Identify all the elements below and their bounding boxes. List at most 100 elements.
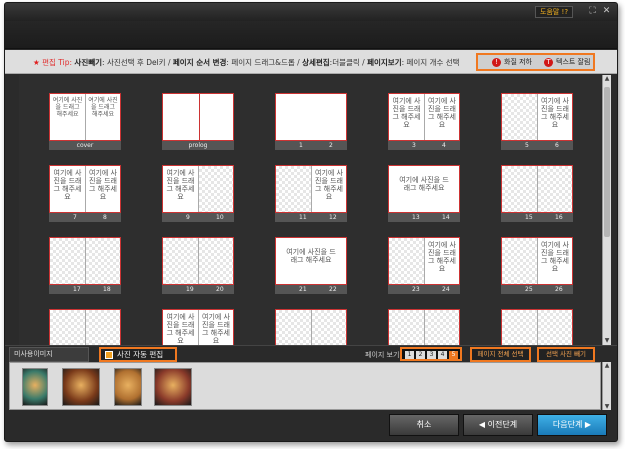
photo-thumbnail[interactable]: [154, 368, 192, 406]
page-thumbnail[interactable]: [388, 309, 460, 345]
page-spread[interactable]: 여기에 사진을 드래그 해주세요 5 6: [501, 93, 573, 153]
page-thumbnail[interactable]: [49, 309, 121, 345]
page-thumbnail[interactable]: 여기에 사진을 드래그 해주세요: [275, 237, 347, 285]
tab-unused-images[interactable]: 미사용이미지: [9, 347, 89, 362]
page-thumbnail[interactable]: [501, 309, 573, 345]
page-spread[interactable]: 15 16: [501, 165, 573, 225]
select-all-pages-button[interactable]: 페이지 전체 선택: [470, 347, 531, 362]
page-spread[interactable]: 여기에 사진을 드래그 해주세요 13 14: [388, 165, 460, 225]
right-page-number: 24: [442, 286, 450, 293]
page-spread[interactable]: [388, 309, 460, 345]
text-cut-warning[interactable]: T 텍스트 잘림: [544, 57, 590, 67]
page-thumbnail[interactable]: 여기에 사진을 드래그 해주세요: [162, 165, 234, 213]
next-step-button[interactable]: 다음단계 ▶: [537, 414, 607, 436]
placeholder-text: 여기에 사진을 드래그 해주세요: [166, 169, 195, 201]
right-page-number: 18: [103, 286, 111, 293]
page-count-option[interactable]: 2: [416, 351, 425, 359]
placeholder-text: 여기에 사진을 드래그 해주세요: [428, 97, 456, 129]
page-thumbnail[interactable]: 여기에 사진을 드래그 해주세요: [501, 237, 573, 285]
checkbox-icon[interactable]: [105, 351, 113, 359]
tip-key-3: 상세편집: [302, 58, 330, 67]
auto-edit-toggle[interactable]: 사진 자동 편집: [99, 347, 177, 362]
right-page: [537, 166, 572, 212]
tip-val-1: : 사진선택 후 Del키 /: [102, 58, 173, 67]
page-number-label: 78: [49, 213, 121, 222]
page-spread[interactable]: [49, 309, 121, 345]
right-page: 여기에 사진을 드래그 해주세요: [424, 238, 459, 284]
right-page: 여기에 사진을 드래그 해주세요: [85, 166, 120, 212]
page-spread[interactable]: prolog: [162, 93, 234, 153]
page-spread[interactable]: 19 20: [162, 237, 234, 297]
page-spread[interactable]: 여기에 사진을 드래그 해주세요 여기에 사진을 드래그 해주세요 7 8: [49, 165, 121, 225]
photo-toolbar: 미사용이미지 사진 자동 편집 페이지 보기 12345 페이지 전체 선택 선…: [5, 345, 617, 362]
page-thumbnail[interactable]: 여기에 사진을 드래그 해주세요: [275, 165, 347, 213]
page-thumbnail[interactable]: [275, 93, 347, 141]
grid-scrollbar[interactable]: ▲ ▼: [602, 75, 611, 345]
page-spread[interactable]: 여기에 사진을 드래그 해주세요 여기에 사진을 드래그 해주세요: [162, 309, 234, 345]
page-thumbnail[interactable]: [162, 93, 234, 141]
right-page-number: 2: [329, 142, 333, 149]
page-spread[interactable]: 12: [275, 93, 347, 153]
close-icon[interactable]: ✕: [601, 6, 612, 17]
scroll-down-icon[interactable]: ▼: [603, 403, 611, 410]
tip-label: 편집 Tip:: [42, 58, 73, 67]
page-spread[interactable]: 여기에 사진을 드래그 해주세요 여기에 사진을 드래그 해주세요 3 4: [388, 93, 460, 153]
right-page: [311, 310, 346, 345]
page-thumbnail[interactable]: 여기에 사진을 드래그 해주세요 여기에 사진을 드래그 해주세요: [49, 93, 121, 141]
page-spread[interactable]: 여기에 사진을 드래그 해주세요 여기에 사진을 드래그 해주세요 cover: [49, 93, 121, 153]
page-spread[interactable]: [501, 309, 573, 345]
page-thumbnail[interactable]: [501, 165, 573, 213]
page-spread[interactable]: [275, 309, 347, 345]
help-button[interactable]: 도움말 !?: [535, 6, 574, 18]
photo-thumbnail[interactable]: [114, 368, 142, 406]
left-page-number: 23: [412, 286, 420, 293]
page-thumbnail[interactable]: 여기에 사진을 드래그 해주세요: [388, 237, 460, 285]
page-number-label: 12: [275, 141, 347, 150]
page-spread[interactable]: 여기에 사진을 드래그 해주세요 11 12: [275, 165, 347, 225]
page-number-label: 21 22: [275, 285, 347, 294]
page-spread[interactable]: 17 18: [49, 237, 121, 297]
scroll-down-icon[interactable]: ▼: [603, 337, 611, 345]
page-thumbnail[interactable]: [49, 237, 121, 285]
cancel-button[interactable]: 취소: [389, 414, 459, 436]
page-spread[interactable]: 여기에 사진을 드래그 해주세요 25 26: [501, 237, 573, 297]
page-spread[interactable]: 여기에 사진을 드래그 해주세요 23 24: [388, 237, 460, 297]
page-thumbnail[interactable]: [162, 237, 234, 285]
scroll-thumb[interactable]: [604, 87, 610, 237]
page-number-label: 15 16: [501, 213, 573, 222]
left-page-number: 7: [73, 214, 77, 221]
page-thumbnail[interactable]: 여기에 사진을 드래그 해주세요 여기에 사진을 드래그 해주세요: [49, 165, 121, 213]
page-number-label: cover: [49, 141, 121, 150]
page-thumbnail[interactable]: 여기에 사진을 드래그 해주세요 여기에 사진을 드래그 해주세요: [388, 93, 460, 141]
left-page-number: 5: [525, 142, 529, 149]
placeholder-text: 여기에 사진을 드래그 해주세요: [286, 248, 336, 264]
text-cut-icon: T: [544, 57, 553, 67]
page-thumbnail[interactable]: 여기에 사진을 드래그 해주세요 여기에 사진을 드래그 해주세요: [162, 309, 234, 345]
page-count-option[interactable]: 3: [427, 351, 436, 359]
low-res-warning[interactable]: ! 화질 저하: [492, 57, 532, 67]
page-spread[interactable]: 여기에 사진을 드래그 해주세요 21 22: [275, 237, 347, 297]
edit-tip-text: ★ 편집 Tip: 사진빼기: 사진선택 후 Del키 / 페이지 순서 변경:…: [33, 57, 460, 68]
prev-step-button[interactable]: ◀ 이전단계: [463, 414, 533, 436]
spread-label: cover: [76, 142, 94, 149]
page-count-option[interactable]: 5: [449, 351, 458, 359]
page-count-option[interactable]: 4: [438, 351, 447, 359]
maximize-icon[interactable]: ⛶: [587, 6, 598, 17]
tip-key-2: 페이지 순서 변경: [172, 58, 227, 67]
right-page-number: 16: [555, 214, 563, 221]
right-page-number: 26: [555, 286, 563, 293]
right-page: [424, 310, 459, 345]
page-thumbnail[interactable]: 여기에 사진을 드래그 해주세요: [388, 165, 460, 213]
page-thumbnail[interactable]: [275, 309, 347, 345]
scroll-up-icon[interactable]: ▲: [603, 75, 611, 83]
page-thumbnail[interactable]: 여기에 사진을 드래그 해주세요: [501, 93, 573, 141]
photo-strip-scrollbar[interactable]: ▲ ▼: [602, 362, 611, 410]
remove-selected-photos-button[interactable]: 선택 사진 빼기: [537, 347, 595, 362]
photo-thumbnail[interactable]: [62, 368, 100, 406]
photo-thumbnail[interactable]: [22, 368, 48, 406]
page-count-option[interactable]: 1: [405, 351, 414, 359]
page-spread[interactable]: 여기에 사진을 드래그 해주세요 9 10: [162, 165, 234, 225]
scroll-up-icon[interactable]: ▲: [603, 362, 611, 369]
right-page: 여기에 사진을 드래그 해주세요: [537, 238, 572, 284]
left-page: [502, 238, 537, 284]
